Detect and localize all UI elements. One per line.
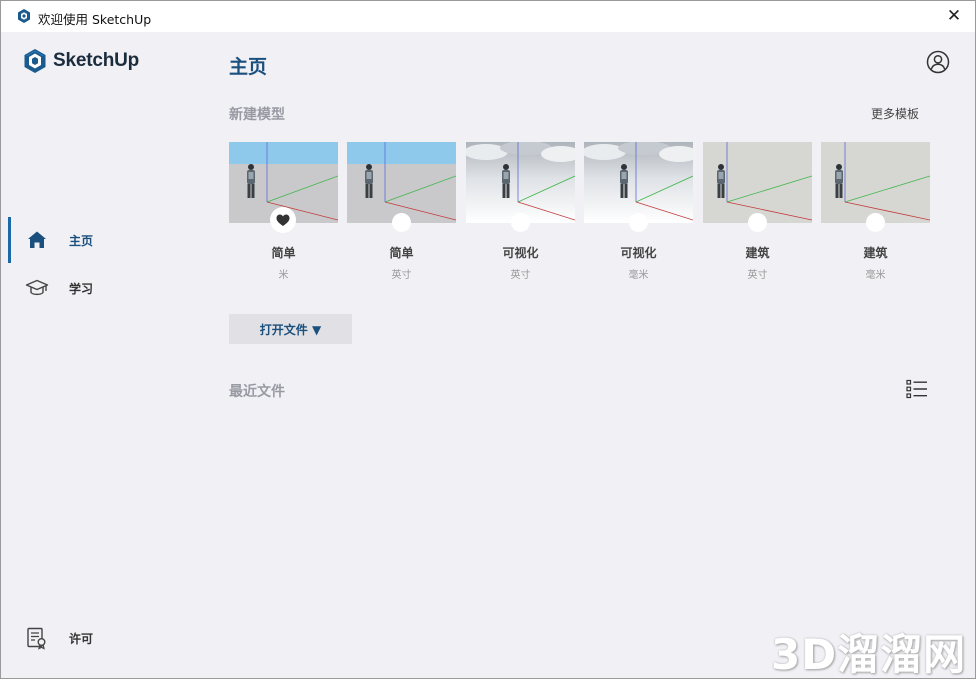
favorite-toggle[interactable] — [866, 213, 885, 232]
sidebar-item-label: 许可 — [69, 631, 94, 646]
welcome-window: 欢迎使用 SketchUp ✕ SketchUp 主页 学习 许可 主页 新建模… — [0, 0, 976, 679]
sketchup-app-icon — [18, 9, 30, 23]
more-templates-link[interactable]: 更多模板 — [871, 105, 919, 122]
template-name: 建筑 — [745, 246, 770, 260]
template-thumbnail — [584, 142, 693, 223]
title-bar: 欢迎使用 SketchUp ✕ — [1, 1, 975, 32]
home-icon — [28, 231, 46, 248]
graduation-cap-icon — [25, 279, 49, 296]
template-unit: 英寸 — [391, 270, 412, 281]
template-card[interactable]: 可视化 英寸 — [466, 142, 575, 281]
list-view-icon[interactable] — [906, 379, 928, 399]
template-unit: 米 — [278, 270, 289, 281]
template-unit: 毫米 — [628, 270, 649, 281]
brand-logo: SketchUp — [23, 48, 139, 74]
account-icon[interactable] — [926, 50, 950, 74]
favorite-toggle[interactable] — [511, 213, 530, 232]
sidebar-item-label: 主页 — [69, 233, 94, 248]
template-unit: 英寸 — [510, 270, 531, 281]
new-model-section-title: 新建模型 — [229, 107, 285, 123]
template-thumbnail — [821, 142, 930, 223]
open-file-button[interactable]: 打开文件 ▼ — [229, 314, 352, 344]
template-name: 简单 — [389, 246, 414, 260]
heart-icon — [276, 214, 290, 226]
template-card[interactable]: 建筑 英寸 — [703, 142, 812, 281]
sidebar-item-label: 学习 — [69, 281, 94, 296]
template-card[interactable]: 简单米 — [229, 142, 338, 281]
template-unit: 英寸 — [747, 270, 768, 281]
template-card[interactable]: 建筑 毫米 — [821, 142, 930, 281]
sidebar: SketchUp 主页 学习 许可 — [1, 32, 201, 678]
close-button[interactable]: ✕ — [942, 5, 966, 27]
sketchup-logo-icon — [24, 49, 46, 73]
template-name: 简单 — [271, 246, 296, 260]
recent-files-section-title: 最近文件 — [229, 384, 285, 400]
template-thumbnail — [347, 142, 456, 223]
sidebar-item-license[interactable]: 许可 — [1, 615, 201, 661]
brand-name: SketchUp — [53, 50, 140, 71]
license-icon — [27, 627, 46, 650]
template-thumbnail — [703, 142, 812, 223]
template-card[interactable]: 可视化 毫米 — [584, 142, 693, 281]
sidebar-item-learn[interactable]: 学习 — [1, 265, 201, 311]
favorite-toggle[interactable] — [392, 213, 411, 232]
template-thumbnail — [466, 142, 575, 223]
favorite-toggle[interactable] — [629, 213, 648, 232]
watermark-text: 3D溜溜网 — [771, 630, 967, 679]
active-indicator — [8, 217, 11, 263]
window-title: 欢迎使用 SketchUp — [38, 12, 152, 27]
template-name: 可视化 — [620, 246, 657, 260]
template-card[interactable]: 简单 英寸 — [347, 142, 456, 281]
template-name: 建筑 — [863, 246, 888, 260]
favorite-toggle[interactable] — [270, 207, 296, 233]
page-title: 主页 — [229, 56, 268, 78]
sidebar-item-home[interactable]: 主页 — [1, 217, 201, 263]
template-name: 可视化 — [502, 246, 539, 260]
main-content: 主页 新建模型 更多模板 简单米简单 英寸 可视化 英寸 可视化 毫米 建筑 英寸 建筑 毫米 打… — [229, 32, 969, 678]
template-unit: 毫米 — [865, 270, 886, 281]
favorite-toggle[interactable] — [748, 213, 767, 232]
